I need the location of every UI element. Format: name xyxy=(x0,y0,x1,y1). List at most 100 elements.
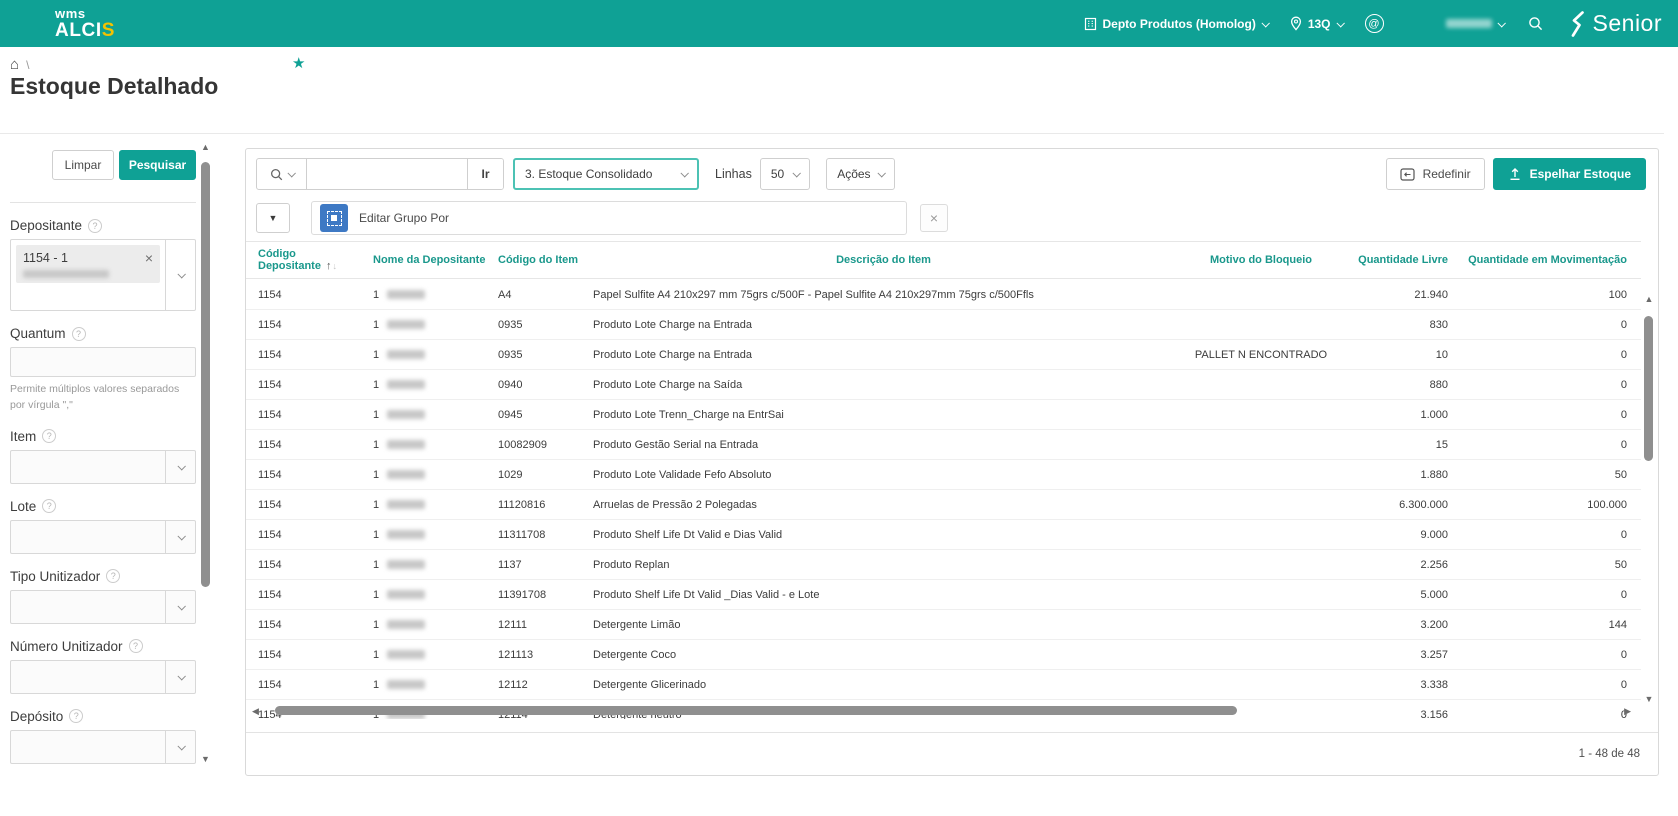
column-header-quantidade-movimentacao[interactable]: Quantidade em Movimentação xyxy=(1456,254,1641,266)
search-icon[interactable] xyxy=(1528,16,1543,31)
location-selector[interactable]: 13Q xyxy=(1290,16,1345,31)
column-header-codigo-depositante[interactable]: Código Depositante ↑↓ xyxy=(246,248,361,272)
redacted-text xyxy=(387,650,426,660)
cell-nome-depositante: 1 xyxy=(361,589,486,601)
support-icon[interactable]: @ xyxy=(1364,14,1384,33)
remove-chip-icon[interactable]: × xyxy=(145,250,153,266)
column-header-quantidade-livre[interactable]: Quantidade Livre xyxy=(1336,254,1456,266)
redacted-text xyxy=(387,410,426,420)
cell-quantidade-livre: 5.000 xyxy=(1420,588,1448,601)
vertical-scrollbar-thumb[interactable] xyxy=(1644,316,1653,461)
cell-codigo-depositante: 1154 xyxy=(258,558,282,571)
help-icon[interactable]: ? xyxy=(42,429,57,443)
report-search-input[interactable] xyxy=(307,159,467,189)
cell-quantidade-movimentacao: 0 xyxy=(1620,408,1627,421)
cell-codigo-item: 11120816 xyxy=(498,498,546,511)
scroll-down-icon[interactable]: ▼ xyxy=(1643,694,1655,704)
cell-descricao-item: Produto Shelf Life Dt Valid _Dias Valid … xyxy=(593,588,820,601)
cell-codigo-depositante: 1154 xyxy=(258,288,282,301)
column-header-nome-depositante[interactable]: Nome da Depositante xyxy=(361,254,486,266)
cell-codigo-depositante: 1154 xyxy=(258,468,282,481)
go-button[interactable]: Ir xyxy=(467,159,503,189)
scroll-up-icon[interactable]: ▲ xyxy=(1643,294,1655,304)
saved-report-select[interactable]: 3. Estoque Consolidado xyxy=(513,158,699,190)
table-body: 1154 1 A4 Papel Sulfite A4 210x297 mm 75grs… xyxy=(246,280,1641,719)
filter-label-quantum: Quantum ? xyxy=(10,326,196,341)
redacted-text xyxy=(23,270,109,278)
page-title: Estoque Detalhado xyxy=(10,73,219,99)
department-selector[interactable]: Depto Produtos (Homolog) xyxy=(1084,17,1270,31)
cell-codigo-item: 0945 xyxy=(498,408,523,421)
collapse-control-button[interactable]: ▼ xyxy=(256,203,290,233)
cell-descricao-item: Produto Lote Validade Fefo Absoluto xyxy=(593,468,772,481)
rows-per-page-select[interactable]: 50 xyxy=(759,158,811,190)
redacted-text xyxy=(387,500,426,510)
cell-nome-depositante: 1 xyxy=(361,409,486,421)
redacted-text xyxy=(387,530,426,540)
redacted-text xyxy=(387,440,426,450)
cell-quantidade-livre: 1.000 xyxy=(1420,408,1448,421)
depositante-multiselect[interactable]: 1154 - 1 × xyxy=(10,239,196,311)
user-menu[interactable] xyxy=(1445,18,1506,28)
search-filters-button[interactable]: Pesquisar xyxy=(119,150,196,180)
cell-descricao-item: Papel Sulfite A4 210x297 mm 75grs c/500F… xyxy=(593,288,1034,301)
cell-descricao-item: Produto Replan xyxy=(593,558,670,571)
senior-logo-text: Senior xyxy=(1592,10,1662,36)
cell-codigo-depositante: 1154 xyxy=(258,348,282,361)
column-header-descricao-item[interactable]: Descrição do Item xyxy=(581,254,1186,266)
cell-descricao-item: Produto Shelf Life Dt Valid e Dias Valid xyxy=(593,528,783,541)
edit-groupby-label[interactable]: Editar Grupo Por xyxy=(359,211,449,225)
table-row: 1154 1 0935 Produto Lote Charge na Entrada P… xyxy=(246,340,1641,370)
cell-codigo-depositante: 1154 xyxy=(258,498,282,511)
chevron-down-icon xyxy=(286,169,296,178)
help-icon[interactable]: ? xyxy=(71,326,86,341)
sidebar-scrollbar: ▲ ▼ xyxy=(199,142,212,764)
upload-icon xyxy=(1510,168,1520,180)
redacted-text xyxy=(387,680,426,690)
report-footer: 1 - 48 de 48 xyxy=(246,732,1658,775)
help-icon[interactable]: ? xyxy=(88,218,103,233)
horizontal-scrollbar-thumb[interactable] xyxy=(274,706,1237,715)
help-icon[interactable]: ? xyxy=(128,639,143,653)
scroll-left-icon[interactable]: ◀ xyxy=(252,706,259,716)
cell-codigo-item: 1137 xyxy=(498,558,522,571)
mirror-stock-button[interactable]: Espelhar Estoque xyxy=(1492,158,1646,190)
help-icon[interactable]: ? xyxy=(42,499,57,513)
quantum-input[interactable] xyxy=(10,347,196,377)
cell-nome-depositante: 1 xyxy=(361,529,486,541)
edit-groupby-icon[interactable] xyxy=(320,204,348,232)
cell-codigo-depositante: 1154 xyxy=(258,438,282,451)
scroll-up-icon[interactable]: ▲ xyxy=(199,142,212,152)
sidebar-scrollbar-thumb[interactable] xyxy=(201,162,210,587)
reset-button[interactable]: Redefinir xyxy=(1385,158,1485,190)
lote-select[interactable] xyxy=(10,519,196,554)
tipo-unitizador-select[interactable] xyxy=(10,589,196,624)
home-icon[interactable]: ⌂ xyxy=(10,56,19,73)
favorite-star-icon[interactable]: ★ xyxy=(292,54,305,72)
column-header-motivo-bloqueio[interactable]: Motivo do Bloqueio xyxy=(1186,254,1336,266)
cell-motivo-bloqueio: PALLET N ENCONTRADO xyxy=(1194,348,1328,361)
numero-unitizador-select[interactable] xyxy=(10,659,196,694)
actions-menu-button[interactable]: Ações xyxy=(826,158,895,190)
cell-descricao-item: Produto Lote Trenn_Charge na EntrSai xyxy=(593,408,784,421)
column-header-codigo-item[interactable]: Código do Item xyxy=(486,254,581,266)
reset-icon xyxy=(1399,167,1415,181)
cell-quantidade-movimentacao: 0 xyxy=(1620,588,1627,601)
cell-quantidade-livre: 2.256 xyxy=(1420,558,1448,571)
cell-codigo-item: 11391708 xyxy=(498,588,547,601)
help-icon[interactable]: ? xyxy=(106,569,121,583)
item-select[interactable] xyxy=(10,449,196,484)
table-row: 1154 1 1029 Produto Lote Validade Fefo Abso… xyxy=(246,460,1641,490)
table-row: 1154 1 10082909 Produto Gestão Serial na En… xyxy=(246,430,1641,460)
cell-quantidade-movimentacao: 100.000 xyxy=(1587,498,1627,511)
remove-groupby-button[interactable]: × xyxy=(920,204,948,232)
search-column-dropdown[interactable] xyxy=(257,159,307,189)
deposito-select[interactable] xyxy=(10,729,196,764)
sidebar-divider xyxy=(10,202,196,203)
scroll-right-icon[interactable]: ▶ xyxy=(1624,706,1631,716)
cell-nome-depositante: 1 xyxy=(361,649,486,661)
scroll-down-icon[interactable]: ▼ xyxy=(199,754,212,764)
help-icon[interactable]: ? xyxy=(69,709,84,723)
cell-quantidade-movimentacao: 0 xyxy=(1620,378,1627,391)
clear-filters-button[interactable]: Limpar xyxy=(52,150,114,180)
